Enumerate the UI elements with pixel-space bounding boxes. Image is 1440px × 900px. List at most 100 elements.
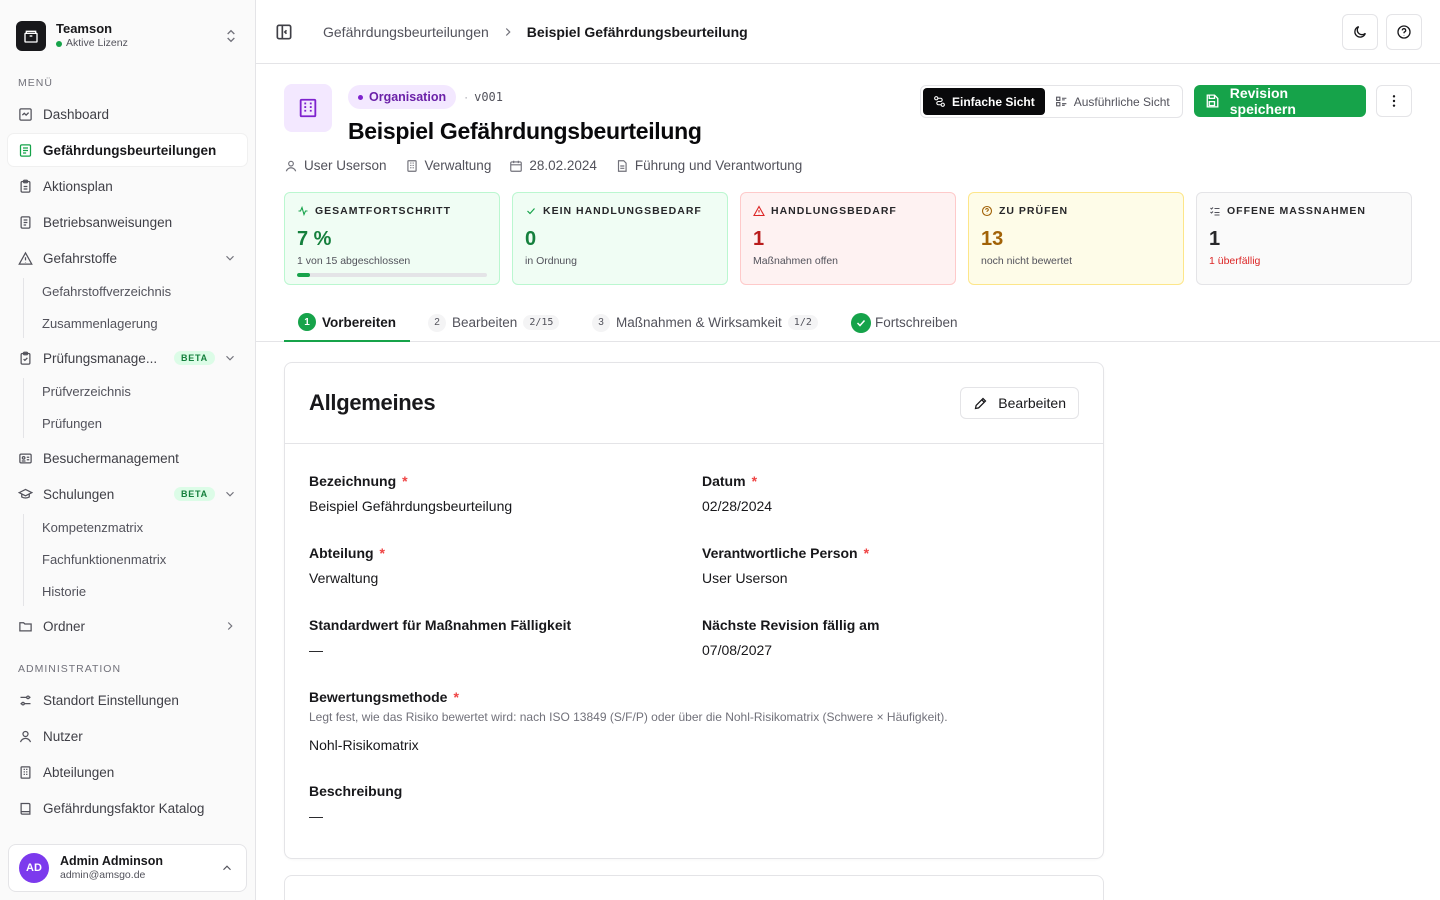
clipboard-list-icon — [19, 143, 32, 157]
save-label: Revision speichern — [1229, 85, 1296, 117]
required-mark: * — [863, 545, 870, 561]
field-label: Datum — [702, 473, 746, 489]
route-icon — [934, 96, 945, 107]
sidebar-subitem-fachfunktionenmatrix[interactable]: Fachfunktionenmatrix — [32, 546, 247, 574]
sidebar-subitem-historie[interactable]: Historie — [32, 578, 247, 606]
meta-department-text: Verwaltung — [424, 158, 492, 173]
kpi-title: KEIN HANDLUNGSBEDARF — [543, 205, 702, 217]
sidebar-item-label: Ordner — [43, 618, 86, 634]
sidebar-subitem-gefahrstoffverzeichnis[interactable]: Gefahrstoffverzeichnis — [32, 278, 247, 306]
sidebar-item-label: Standort Einstellungen — [43, 692, 179, 708]
tab-bearbeiten[interactable]: 2 Bearbeiten 2/15 — [414, 304, 573, 341]
sidebar-item-besuchermanagement[interactable]: Besuchermanagement — [8, 442, 247, 474]
sidebar-item-gefahrstoffe[interactable]: Gefahrstoffe — [8, 242, 247, 274]
field-label: Standardwert für Maßnahmen Fälligkeit — [309, 617, 572, 633]
license-label: Aktive Lizenz — [66, 37, 128, 49]
field-verantwortliche-person[interactable]: Verantwortliche Person * User Userson — [702, 545, 869, 586]
chevron-down-icon — [226, 491, 234, 497]
schulungen-submenu: Kompetenzmatrix Fachfunktionenmatrix His… — [23, 514, 247, 606]
field-bewertungsmethode[interactable]: Bewertungsmethode * Legt fest, wie das Ri… — [309, 689, 948, 753]
sidebar-subitem-pruefverzeichnis[interactable]: Prüfverzeichnis — [32, 378, 247, 406]
badge-dot — [358, 94, 363, 100]
building-icon — [20, 765, 31, 779]
sidebar-item-label: Abteilungen — [43, 764, 115, 780]
user-icon — [19, 730, 32, 742]
kpi-kein-handlungsbedarf: KEIN HANDLUNGSBEDARF 0 in Ordnung — [512, 192, 728, 285]
field-datum[interactable]: Datum * 02/28/2024 — [702, 473, 772, 514]
org-switcher[interactable]: Teamson Aktive Lizenz — [0, 0, 255, 58]
breadcrumb-parent[interactable]: Gefährdungsbeurteilungen — [323, 24, 489, 40]
kpi-title: GESAMTFORTSCHRITT — [315, 205, 451, 217]
meta-date: 28.02.2024 — [509, 158, 597, 173]
kpi-row: GESAMTFORTSCHRITT 7 % 1 von 15 abgeschlo… — [284, 192, 1412, 285]
activity-icon — [298, 205, 308, 217]
sidebar-item-gefaehrdungsfaktor-katalog[interactable]: Gefährdungsfaktor Katalog — [8, 792, 247, 824]
pencil-icon — [974, 397, 987, 409]
clipboard-icon — [20, 179, 31, 193]
sidebar-item-abteilungen[interactable]: Abteilungen — [8, 756, 247, 788]
kpi-offene-massnahmen: OFFENE MASSNAHMEN 1 1 überfällig — [1196, 192, 1412, 285]
main-content: Gefährdungsbeurteilungen Beispiel Gefähr… — [256, 0, 1440, 900]
user-menu[interactable]: AD Admin Adminson admin@amsgo.de — [8, 844, 247, 892]
sidebar-item-label: Gefährdungsbeurteilungen — [43, 142, 217, 158]
sidebar-item-label: Gefährdungsfaktor Katalog — [43, 800, 205, 816]
field-value: 07/08/2027 — [702, 642, 773, 658]
field-standardwert-faelligkeit[interactable]: Standardwert für Maßnahmen Fälligkeit — — [309, 617, 571, 658]
more-options-button[interactable] — [1376, 85, 1412, 117]
progress-fill — [297, 273, 311, 277]
sidebar-subitem-pruefungen[interactable]: Prüfungen — [32, 410, 247, 438]
tab-fortschreiben[interactable]: Fortschreiben — [837, 304, 972, 341]
detailed-view-label: Ausführliche Sicht — [1073, 94, 1170, 109]
chevron-up-icon — [223, 865, 231, 871]
tab-label: Vorbereiten — [322, 314, 397, 330]
field-value: Verwaltung — [309, 570, 379, 586]
kpi-subtext: in Ordnung — [525, 255, 577, 267]
help-circle-icon — [981, 205, 993, 217]
field-beschreibung[interactable]: Beschreibung — — [309, 783, 402, 824]
header-icon — [284, 84, 332, 132]
detailed-view-button[interactable]: Ausführliche Sicht — [1045, 88, 1180, 115]
help-button[interactable] — [1386, 13, 1422, 50]
tab-count: 2/15 — [523, 315, 560, 330]
field-naechste-revision[interactable]: Nächste Revision fällig am 07/08/2027 — [702, 617, 879, 658]
breadcrumb-current: Beispiel Gefährdungsbeurteilung — [526, 23, 748, 40]
kpi-subtext: 1 überfällig — [1209, 255, 1261, 267]
sidebar-item-aktionsplan[interactable]: Aktionsplan — [8, 170, 247, 202]
meta-category: Führung und Verantwortung — [615, 158, 802, 173]
kpi-title: OFFENE MASSNAHMEN — [1227, 205, 1366, 217]
document-icon — [20, 215, 31, 229]
save-revision-button[interactable]: Revision speichern — [1194, 85, 1366, 117]
meta-person: User Userson — [284, 158, 387, 173]
sidebar-item-standort-einstellungen[interactable]: Standort Einstellungen — [8, 684, 247, 716]
sidebar-item-gefaehrdungsbeurteilungen[interactable]: Gefährdungsbeurteilungen — [8, 134, 247, 166]
tab-massnahmen-wirksamkeit[interactable]: 3 Maßnahmen & Wirksamkeit 1/2 — [578, 304, 832, 341]
field-abteilung[interactable]: Abteilung * Verwaltung — [309, 545, 385, 586]
field-label: Abteilung — [309, 545, 374, 561]
sidebar-item-schulungen[interactable]: Schulungen BETA — [8, 478, 247, 510]
progress-bar — [297, 273, 487, 277]
field-bezeichnung[interactable]: Bezeichnung * Beispiel Gefährdungsbeurtei… — [309, 473, 512, 514]
tab-number: 1 — [298, 313, 316, 331]
field-value: — — [309, 642, 323, 658]
sidebar-item-pruefungsmanagement[interactable]: Prüfungsmanage... BETA — [8, 342, 247, 374]
simple-view-label: Einfache Sicht — [952, 94, 1035, 109]
tab-vorbereiten[interactable]: 1 Vorbereiten — [284, 304, 411, 342]
sidebar-item-betriebsanweisungen[interactable]: Betriebsanweisungen — [8, 206, 247, 238]
sidebar-item-label: Dashboard — [43, 106, 110, 122]
simple-view-button[interactable]: Einfache Sicht — [923, 88, 1045, 115]
sidebar-toggle-icon[interactable] — [274, 22, 294, 42]
sidebar-item-dashboard[interactable]: Dashboard — [8, 98, 247, 130]
sidebar-subitem-kompetenzmatrix[interactable]: Kompetenzmatrix — [32, 514, 247, 542]
sidebar-subitem-zusammenlagerung[interactable]: Zusammenlagerung — [32, 310, 247, 338]
help-circle-icon — [1397, 24, 1411, 39]
dark-mode-button[interactable] — [1342, 13, 1378, 50]
sidebar-item-label: Nutzer — [43, 728, 83, 744]
field-label: Beschreibung — [309, 783, 403, 799]
sidebar-item-label: Prüfungsmanage... — [43, 350, 158, 366]
kpi-value: 0 — [525, 228, 537, 250]
sidebar-item-ordner[interactable]: Ordner — [8, 610, 247, 642]
edit-button[interactable]: Bearbeiten — [960, 387, 1079, 419]
sidebar-item-nutzer[interactable]: Nutzer — [8, 720, 247, 752]
field-value: Beispiel Gefährdungsbeurteilung — [309, 498, 513, 514]
chevron-down-icon — [226, 255, 234, 261]
